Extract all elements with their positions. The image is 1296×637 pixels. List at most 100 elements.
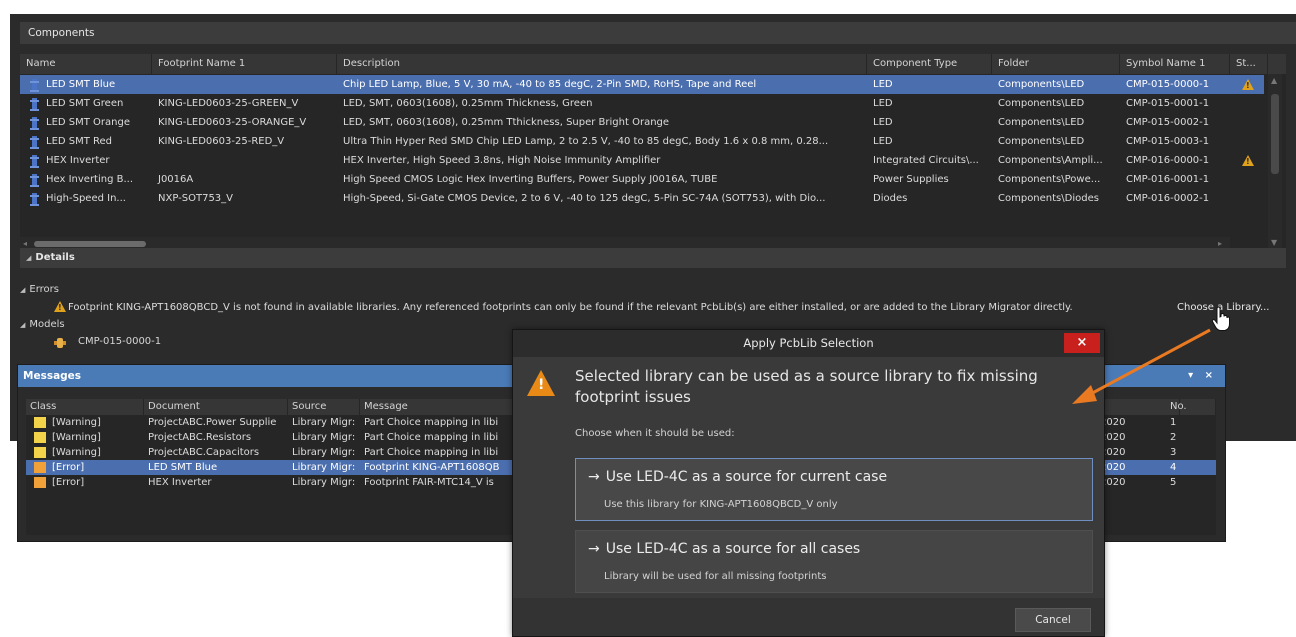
cell-component-type: LED	[873, 136, 893, 147]
column-header-status[interactable]: St...	[1230, 54, 1268, 74]
cell-symbol: CMP-015-0002-1	[1126, 117, 1210, 128]
messages-title-text: Messages	[23, 370, 82, 382]
table-row[interactable]: HEX Inverter HEX Inverter, High Speed 3.8…	[20, 151, 1264, 170]
column-header-document[interactable]: Document	[144, 399, 288, 415]
cell-source: Library Migr:	[292, 477, 356, 488]
arrow-right-icon: →	[588, 469, 600, 485]
column-header-source[interactable]: Source	[288, 399, 360, 415]
cell-message: Part Choice mapping in libi	[364, 417, 499, 428]
cell-component-type: Diodes	[873, 193, 908, 204]
error-message: Footprint KING-APT1608QBCD_V is not foun…	[68, 302, 1073, 313]
cancel-button[interactable]: Cancel	[1015, 608, 1091, 632]
option-description: Use this library for KING-APT1608QBCD_V …	[604, 499, 838, 510]
apply-pcblib-dialog: Apply PcbLib Selection × Selected librar…	[512, 329, 1105, 637]
cell-document: HEX Inverter	[148, 477, 212, 488]
details-title: Details	[35, 252, 75, 263]
option-all-cases-button[interactable]: → Use LED-4C as a source for all cases Li…	[575, 530, 1093, 593]
dialog-title: Apply PcbLib Selection	[513, 330, 1104, 357]
cell-no: 5	[1170, 477, 1177, 488]
scrollbar-thumb[interactable]	[1271, 94, 1279, 174]
warning-icon	[1242, 155, 1254, 166]
cell-document: ProjectABC.Capacitors	[148, 447, 260, 458]
panel-controls[interactable]: ▾ ×	[1188, 365, 1217, 387]
warning-icon	[527, 370, 555, 396]
cell-description: LED, SMT, 0603(1608), 0.25mm Thickness, …	[343, 98, 593, 109]
option-current-case-button[interactable]: → Use LED-4C as a source for current case…	[575, 458, 1093, 521]
cell-no: 1	[1170, 417, 1177, 428]
cell-component-type: LED	[873, 98, 893, 109]
cell-name: LED SMT Blue	[46, 79, 116, 90]
cell-folder: Components\LED	[998, 117, 1085, 128]
column-header-folder[interactable]: Folder	[992, 54, 1120, 74]
cell-name: LED SMT Red	[46, 136, 113, 147]
cell-symbol: CMP-015-0003-1	[1126, 136, 1210, 147]
collapse-icon[interactable]: ◢	[26, 254, 31, 262]
close-icon[interactable]: ×	[1064, 333, 1100, 353]
cell-message: Part Choice mapping in libi	[364, 447, 499, 458]
cell-no: 2	[1170, 432, 1177, 443]
column-header-class[interactable]: Class	[26, 399, 144, 415]
model-icon	[54, 338, 66, 348]
cell-message: Part Choice mapping in libi	[364, 432, 499, 443]
column-header-description[interactable]: Description	[337, 54, 867, 74]
cell-date: 2020	[1100, 462, 1126, 473]
collapse-icon[interactable]: ◢	[20, 321, 25, 329]
cell-folder: Components\Diodes	[998, 193, 1099, 204]
cell-date: 2020	[1100, 417, 1126, 428]
warning-icon	[54, 301, 66, 312]
cell-class: [Error]	[52, 462, 85, 473]
cell-footprint	[152, 151, 337, 170]
collapse-icon[interactable]: ◢	[20, 286, 25, 294]
cell-folder: Components\LED	[998, 136, 1085, 147]
dialog-footer: Cancel	[513, 598, 1104, 636]
cell-no: 4	[1170, 462, 1177, 473]
cell-name: HEX Inverter	[46, 155, 110, 166]
table-row[interactable]: LED SMT Blue Chip LED Lamp, Blue, 5 V, 30…	[20, 75, 1264, 94]
cell-date: 2020	[1100, 447, 1126, 458]
cell-description: HEX Inverter, High Speed 3.8ns, High Noi…	[343, 155, 661, 166]
table-row[interactable]: LED SMT Red KING-LED0603-25-RED_V Ultra Th…	[20, 132, 1264, 151]
errors-label: Errors	[29, 284, 59, 295]
cell-symbol: CMP-016-0002-1	[1126, 193, 1210, 204]
cell-class: [Error]	[52, 477, 85, 488]
option-description: Library will be used for all missing foo…	[604, 571, 827, 582]
column-header-name[interactable]: Name	[20, 54, 152, 74]
cell-footprint: J0016A	[158, 174, 194, 185]
cell-footprint: KING-LED0603-25-ORANGE_V	[158, 117, 307, 128]
cell-document: LED SMT Blue	[148, 462, 218, 473]
cell-document: ProjectABC.Resistors	[148, 432, 252, 443]
column-header-no[interactable]: No.	[1166, 399, 1216, 415]
cell-class: [Warning]	[52, 447, 101, 458]
cell-document: ProjectABC.Power Supplie	[148, 417, 277, 428]
errors-node[interactable]: ◢ Errors	[20, 284, 59, 295]
models-node[interactable]: ◢ Models	[20, 319, 65, 330]
cell-name: LED SMT Orange	[46, 117, 130, 128]
cell-component-type: LED	[873, 79, 893, 90]
column-header-footprint[interactable]: Footprint Name 1	[152, 54, 337, 74]
hand-cursor-icon	[1211, 307, 1230, 331]
table-row[interactable]: High-Speed In... NXP-SOT753_V High-Speed, …	[20, 189, 1264, 208]
table-row[interactable]: LED SMT Green KING-LED0603-25-GREEN_V LED,…	[20, 94, 1264, 113]
cell-component-type: Integrated Circuits\...	[873, 155, 979, 166]
model-item[interactable]: CMP-015-0000-1	[78, 336, 161, 347]
components-vertical-scrollbar[interactable]: ▲ ▼	[1268, 74, 1282, 250]
cell-footprint: NXP-SOT753_V	[158, 193, 234, 204]
cell-component-type: Power Supplies	[873, 174, 949, 185]
dialog-heading: Selected library can be used as a source…	[575, 367, 1038, 406]
details-section-header[interactable]: ◢ Details	[20, 248, 1286, 268]
cell-source: Library Migr:	[292, 447, 356, 458]
cell-description: High-Speed, Si-Gate CMOS Device, 2 to 6 …	[343, 193, 826, 204]
cell-source: Library Migr:	[292, 432, 356, 443]
cell-name: High-Speed In...	[46, 193, 126, 204]
warning-icon	[1242, 79, 1254, 90]
scrollbar-thumb[interactable]	[34, 241, 146, 247]
cell-date: 2020	[1100, 432, 1126, 443]
table-row[interactable]: LED SMT Orange KING-LED0603-25-ORANGE_V LE…	[20, 113, 1264, 132]
cell-component-type: LED	[873, 117, 893, 128]
table-row[interactable]: Hex Inverting B... J0016A High Speed CMOS …	[20, 170, 1264, 189]
column-header-component-type[interactable]: Component Type	[867, 54, 992, 74]
models-label: Models	[29, 319, 65, 330]
column-header-symbol[interactable]: Symbol Name 1	[1120, 54, 1230, 74]
cell-description: Ultra Thin Hyper Red SMD Chip LED Lamp, …	[343, 136, 829, 147]
cell-description: LED, SMT, 0603(1608), 0.25mm Tthickness,…	[343, 117, 670, 128]
